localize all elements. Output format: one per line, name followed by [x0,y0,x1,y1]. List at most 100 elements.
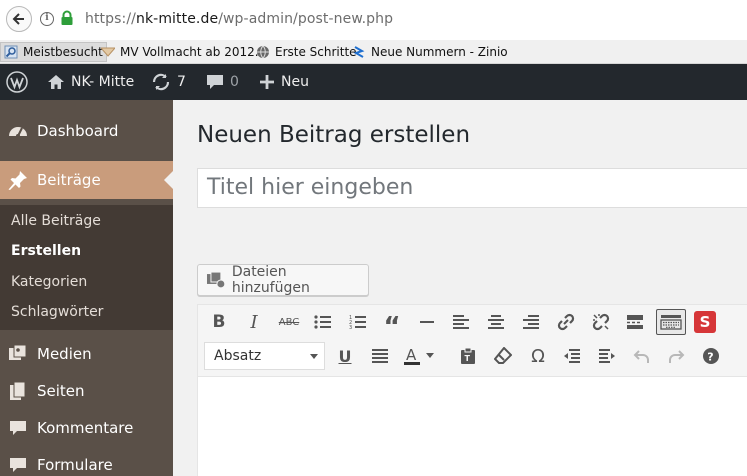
plus-icon [260,75,274,89]
magnifier-icon [4,45,18,59]
lock-icon [61,10,73,25]
back-arrow-icon [12,13,24,25]
toolbar-toggle-icon[interactable] [656,309,686,335]
submenu-tags[interactable]: Schlagwörter [11,304,103,320]
outdent-icon[interactable] [559,343,585,369]
updates-count: 7 [177,74,186,90]
active-indicator [164,171,173,189]
url-host: nk-mitte.de [135,11,219,27]
home-icon [48,75,64,89]
submenu-all-posts[interactable]: Alle Beiträge [11,213,101,229]
menu-pages[interactable]: Seiten [0,372,173,410]
horizontal-line-icon[interactable] [414,309,440,335]
comments-count: 0 [230,74,239,90]
globe-icon [257,45,269,59]
plugin-s-icon[interactable]: S [694,311,716,333]
add-media-button[interactable]: Dateien hinzufügen [197,264,369,296]
align-left-icon[interactable] [448,309,474,335]
text-color-icon[interactable]: A [402,343,422,369]
envelope-icon [101,47,115,57]
indent-icon[interactable] [594,343,620,369]
bookmark-label: Erste Schritte [275,45,357,59]
align-right-icon[interactable] [518,309,544,335]
new-content-link[interactable]: Neu [259,64,309,100]
bold-icon[interactable]: B [206,309,232,335]
menu-comments[interactable]: Kommentare [0,409,173,447]
menu-label: Dashboard [37,122,119,140]
updates-link[interactable]: 7 [151,64,186,100]
svg-text:A: A [406,346,417,364]
media-icon [7,343,29,365]
align-center-icon[interactable] [483,309,509,335]
back-button[interactable] [6,6,32,32]
editor-toolbar-row-1: B I ABC 123 “ S [198,305,747,340]
insert-link-icon[interactable] [553,309,579,335]
add-media-icon [206,271,226,289]
bookmark-meistbesucht[interactable]: Meistbesucht [0,42,107,62]
info-icon[interactable]: i [40,12,54,26]
post-editor: B I ABC 123 “ S Absatz U A T Ω ? [197,304,747,476]
site-name-link[interactable]: NK- Mitte [47,64,134,100]
bookmarks-bar: Meistbesucht MV Vollmacht ab 2012... Ers… [0,40,747,64]
add-media-label: Dateien hinzufügen [231,264,310,296]
chevron-down-icon[interactable] [424,343,436,369]
submenu-categories[interactable]: Kategorien [11,274,87,290]
posts-submenu: Alle Beiträge Erstellen Kategorien Schla… [0,205,173,330]
paste-text-icon[interactable]: T [455,343,481,369]
url-prefix: https:// [85,11,136,27]
wordpress-logo-button[interactable] [6,64,28,100]
new-label: Neu [281,74,309,90]
pages-icon [7,380,29,402]
bulleted-list-icon[interactable] [310,309,336,335]
menu-posts[interactable]: Beiträge [0,161,173,199]
bookmark-label: Neue Nummern - Zinio [371,45,508,59]
bookmark-mv-vollmacht[interactable]: MV Vollmacht ab 2012... [101,42,266,62]
admin-sidebar: Dashboard Beiträge Alle Beiträge Erstell… [0,100,173,476]
remove-link-icon[interactable] [588,309,614,335]
dashboard-gauge-icon [7,120,29,142]
justify-icon[interactable] [367,343,393,369]
forms-icon [7,454,29,476]
menu-label: Beiträge [37,171,101,189]
eraser-icon[interactable] [490,343,516,369]
menu-label: Formulare [37,456,113,474]
help-icon[interactable]: ? [698,343,724,369]
menu-dashboard[interactable]: Dashboard [0,112,173,150]
read-more-icon[interactable] [622,309,648,335]
post-title-input[interactable]: Titel hier eingeben [197,168,747,208]
redo-icon[interactable] [663,343,689,369]
strikethrough-icon[interactable]: ABC [276,309,302,335]
main-content: Neuen Beitrag erstellen Titel hier einge… [173,100,747,476]
underline-icon[interactable]: U [332,343,358,369]
italic-icon[interactable]: I [241,309,267,335]
comment-bubble-icon [207,75,223,89]
menu-label: Medien [37,345,92,363]
svg-text:?: ? [707,351,713,364]
menu-label: Kommentare [37,419,134,437]
numbered-list-icon[interactable]: 123 [345,309,371,335]
svg-text:T: T [465,354,471,363]
menu-forms[interactable]: Formulare [0,446,173,476]
wp-admin-bar: NK- Mitte 7 0 Neu [0,64,747,100]
editor-toolbar-row-2: U A T Ω ? [198,339,747,373]
blockquote-icon[interactable]: “ [379,309,405,340]
menu-media[interactable]: Medien [0,335,173,373]
editor-content-area[interactable] [197,376,747,476]
pushpin-icon [7,169,29,191]
address-field[interactable]: https://nk-mitte.de/wp-admin/post-new.ph… [85,11,393,27]
bookmark-zinio[interactable]: Neue Nummern - Zinio [352,42,508,62]
bookmark-erste-schritte[interactable]: Erste Schritte [256,42,357,62]
refresh-icon [152,73,170,91]
site-name: NK- Mitte [71,74,135,90]
zinio-icon [353,46,365,58]
undo-icon[interactable] [629,343,655,369]
wordpress-logo-icon [6,71,28,93]
page-title: Neuen Beitrag erstellen [197,122,471,148]
svg-text:3: 3 [349,325,352,330]
submenu-new-post[interactable]: Erstellen [11,243,81,259]
menu-label: Seiten [37,382,85,400]
bookmark-label: Meistbesucht [23,45,103,59]
omega-icon[interactable]: Ω [525,343,551,369]
bookmark-label: MV Vollmacht ab 2012... [120,45,267,59]
comments-link[interactable]: 0 [206,64,239,100]
